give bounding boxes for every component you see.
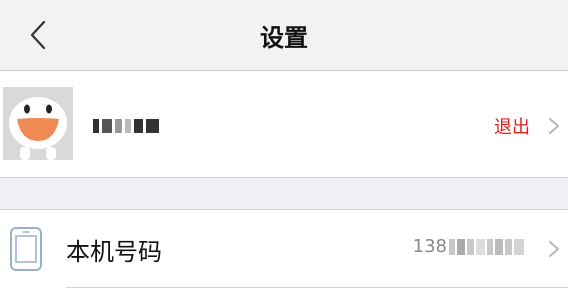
phone-number-value: 138 [413, 236, 524, 257]
chevron-right-icon [549, 118, 559, 134]
avatar [3, 87, 73, 160]
phone-number-label: 本机号码 [66, 238, 162, 266]
navigation-bar: 设置 [0, 0, 568, 71]
logout-button[interactable]: 退出 [494, 113, 530, 139]
account-row[interactable]: 退出 [0, 71, 568, 178]
account-name-redacted [93, 115, 163, 137]
phone-number-redacted [449, 238, 524, 255]
chevron-right-icon [549, 241, 559, 257]
page-title: 设置 [260, 24, 308, 52]
phone-number-prefix: 138 [412, 236, 447, 257]
smartphone-icon [10, 227, 42, 271]
phone-number-row[interactable]: 本机号码 138 [0, 209, 568, 288]
